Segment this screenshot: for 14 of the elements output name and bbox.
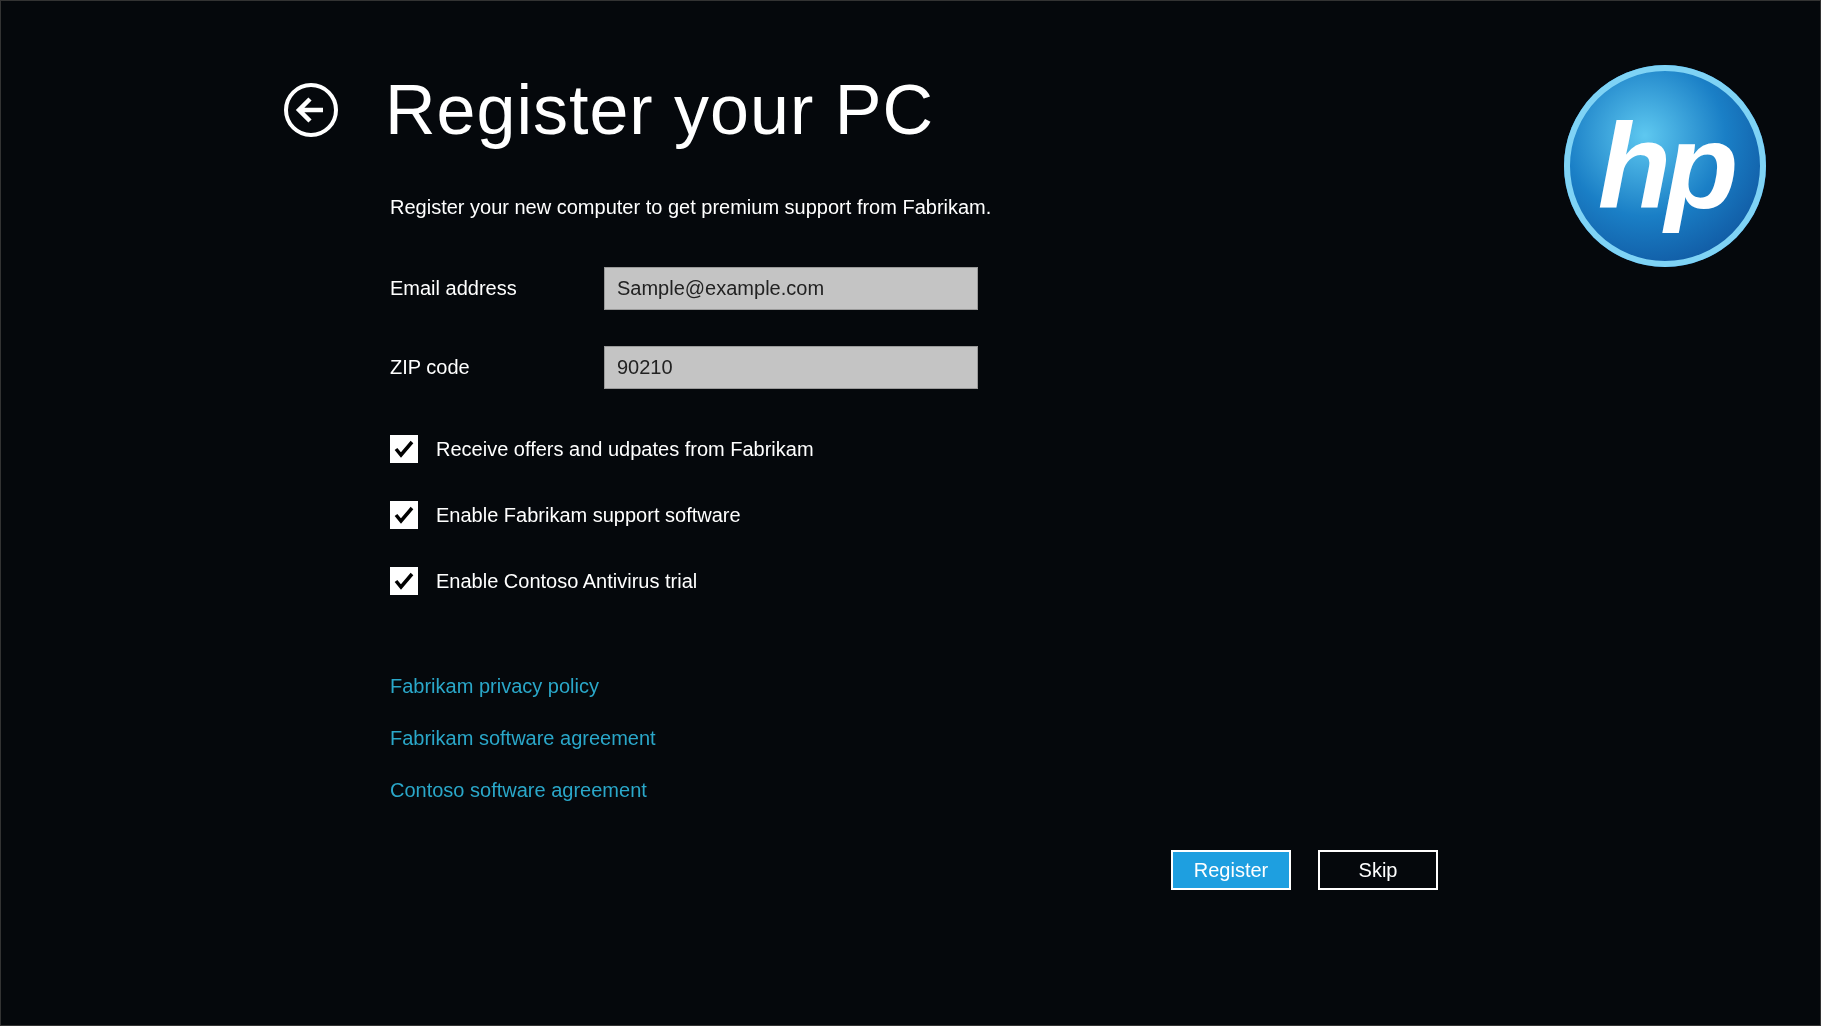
field-label: Email address bbox=[390, 277, 518, 300]
link[interactable]: Fabrikam privacy policy bbox=[390, 675, 599, 698]
checkbox-label: Enable Contoso Antivirus trial bbox=[436, 569, 698, 593]
checkbox-label: Enable Fabrikam support software bbox=[436, 503, 741, 527]
link[interactable]: Contoso software agreement bbox=[390, 779, 647, 802]
input-field[interactable]: Sample@example.com bbox=[604, 267, 978, 310]
link[interactable]: Fabrikam software agreement bbox=[390, 727, 656, 750]
page-title: Register your PC bbox=[385, 70, 934, 151]
intro-text: Register your new computer to get premium support from Fabrikam. bbox=[390, 195, 993, 219]
logo: hp bbox=[1564, 65, 1766, 267]
input-field[interactable]: 90210 bbox=[604, 346, 978, 389]
skip-button[interactable]: Skip bbox=[1318, 850, 1438, 890]
checkbox-label: Receive offers and udpates from Fabrikam bbox=[436, 437, 814, 461]
field-label: ZIP code bbox=[390, 356, 471, 379]
